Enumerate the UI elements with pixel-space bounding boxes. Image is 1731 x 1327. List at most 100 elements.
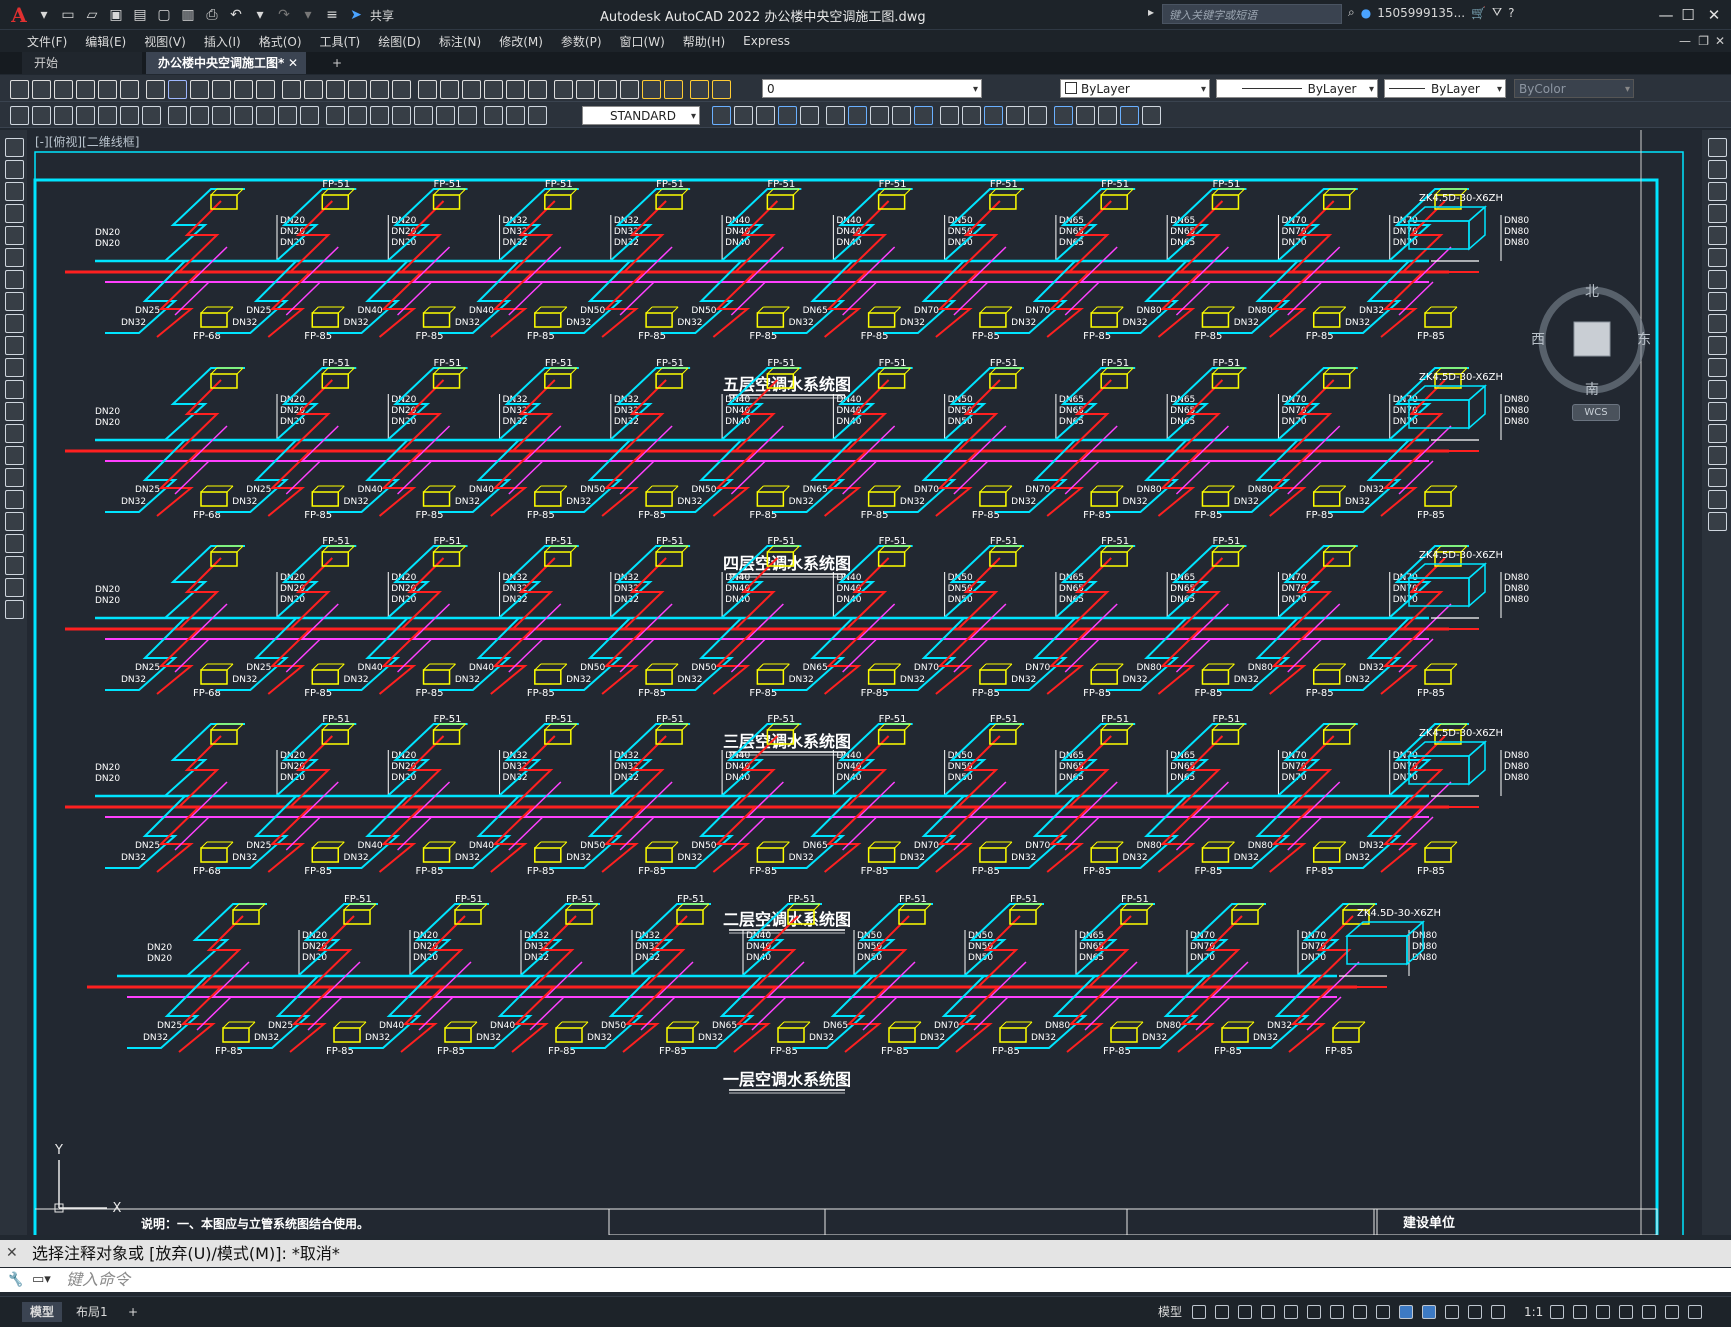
- draw-tool-icon[interactable]: [278, 106, 297, 125]
- toolbar-tool-icon[interactable]: [190, 80, 209, 99]
- modify-tool-icon[interactable]: [1098, 106, 1117, 125]
- draw-tool-icon[interactable]: [370, 106, 389, 125]
- palette-modify-icon[interactable]: [1708, 248, 1727, 267]
- toolbar-tool-icon[interactable]: [690, 80, 709, 99]
- palette-draw-icon[interactable]: [5, 512, 24, 531]
- draw-tool-icon[interactable]: [76, 106, 95, 125]
- tab-active-drawing[interactable]: 办公楼中央空调施工图* ✕: [146, 52, 306, 74]
- palette-modify-icon[interactable]: [1708, 380, 1727, 399]
- palette-modify-icon[interactable]: [1708, 314, 1727, 333]
- modify-tool-icon[interactable]: [1028, 106, 1047, 125]
- status-toggle-icon[interactable]: [1353, 1305, 1367, 1319]
- draw-tool-icon[interactable]: [212, 106, 231, 125]
- palette-draw-icon[interactable]: [5, 578, 24, 597]
- modify-tool-icon[interactable]: [962, 106, 981, 125]
- toolbar-tool-icon[interactable]: [282, 80, 301, 99]
- palette-draw-icon[interactable]: [5, 314, 24, 333]
- toolbar-tool-icon[interactable]: [664, 80, 683, 99]
- palette-draw-icon[interactable]: [5, 556, 24, 575]
- undo-dropdown-icon[interactable]: ▾: [250, 5, 270, 25]
- compass-south[interactable]: 南: [1585, 382, 1599, 398]
- palette-modify-icon[interactable]: [1708, 490, 1727, 509]
- modify-tool-icon[interactable]: [984, 106, 1003, 125]
- status-setting-icon[interactable]: [1642, 1305, 1656, 1319]
- palette-modify-icon[interactable]: [1708, 446, 1727, 465]
- new-tab-button[interactable]: +: [320, 52, 354, 74]
- toolbar-tool-icon[interactable]: [256, 80, 275, 99]
- toolbar-tool-icon[interactable]: [32, 80, 51, 99]
- textstyle-dropdown[interactable]: STANDARD ▾: [582, 106, 700, 125]
- drawing-svg[interactable]: [-][俯视][二维线框] FP-68DN20DN20DN20DN25DN32F…: [27, 130, 1702, 1253]
- menu-parametric[interactable]: 参数(P): [552, 33, 611, 50]
- palette-draw-icon[interactable]: [5, 424, 24, 443]
- drawing-canvas[interactable]: [-][俯视][二维线框] FP-68 DN20 DN20 DN20 DN25 DN32 F…: [27, 130, 1702, 1253]
- tab-close-icon[interactable]: ✕: [288, 52, 298, 74]
- modify-tool-icon[interactable]: [734, 106, 753, 125]
- layer-dropdown[interactable]: 0 ▾: [762, 79, 982, 98]
- dropdown-icon[interactable]: ▾: [34, 5, 54, 25]
- status-toggle-icon[interactable]: [1261, 1305, 1275, 1319]
- palette-draw-icon[interactable]: [5, 226, 24, 245]
- status-toggle-icon[interactable]: [1284, 1305, 1298, 1319]
- plotstyle-dropdown[interactable]: ByColor ▾: [1514, 79, 1634, 98]
- compass-north[interactable]: 北: [1585, 284, 1599, 300]
- palette-draw-icon[interactable]: [5, 380, 24, 399]
- modify-tool-icon[interactable]: [826, 106, 845, 125]
- palette-draw-icon[interactable]: [5, 138, 24, 157]
- toolbar-tool-icon[interactable]: [234, 80, 253, 99]
- draw-tool-icon[interactable]: [484, 106, 503, 125]
- draw-tool-icon[interactable]: [326, 106, 345, 125]
- draw-tool-icon[interactable]: [458, 106, 477, 125]
- palette-draw-icon[interactable]: [5, 292, 24, 311]
- menu-edit[interactable]: 编辑(E): [76, 33, 135, 50]
- modify-tool-icon[interactable]: [848, 106, 867, 125]
- status-toggle-icon[interactable]: [1422, 1305, 1436, 1319]
- menu-help[interactable]: 帮助(H): [674, 33, 734, 50]
- menu-modify[interactable]: 修改(M): [490, 33, 552, 50]
- viewcube-svg[interactable]: 北 南 东 西: [1531, 280, 1651, 398]
- toolbar-tool-icon[interactable]: [440, 80, 459, 99]
- viewport-controls-label[interactable]: [-][俯视][二维线框]: [35, 134, 139, 149]
- open-file-icon[interactable]: ▱: [82, 5, 102, 25]
- close-icon[interactable]: ✕: [1700, 4, 1728, 26]
- viewcube[interactable]: 北 南 东 西 WCS: [1531, 280, 1651, 421]
- toolbar-tool-icon[interactable]: [462, 80, 481, 99]
- status-setting-icon[interactable]: [1665, 1305, 1679, 1319]
- maximize-icon[interactable]: ☐: [1674, 4, 1702, 26]
- palette-modify-icon[interactable]: [1708, 424, 1727, 443]
- palette-modify-icon[interactable]: [1708, 204, 1727, 223]
- palette-modify-icon[interactable]: [1708, 512, 1727, 531]
- toolbar-tool-icon[interactable]: [620, 80, 639, 99]
- toolbar-tool-icon[interactable]: [348, 80, 367, 99]
- status-setting-icon[interactable]: [1573, 1305, 1587, 1319]
- status-toggle-icon[interactable]: [1468, 1305, 1482, 1319]
- doc-restore-icon[interactable]: ❐: [1698, 34, 1709, 48]
- palette-draw-icon[interactable]: [5, 358, 24, 377]
- modify-tool-icon[interactable]: [1142, 106, 1161, 125]
- draw-tool-icon[interactable]: [528, 106, 547, 125]
- draw-tool-icon[interactable]: [10, 106, 29, 125]
- toolbar-tool-icon[interactable]: [212, 80, 231, 99]
- draw-tool-icon[interactable]: [436, 106, 455, 125]
- menu-draw[interactable]: 绘图(D): [369, 33, 430, 50]
- palette-draw-icon[interactable]: [5, 468, 24, 487]
- lineweight-dropdown[interactable]: ByLayer ▾: [1384, 79, 1506, 98]
- modify-tool-icon[interactable]: [914, 106, 933, 125]
- redo-icon[interactable]: ↷: [274, 5, 294, 25]
- color-dropdown[interactable]: ByLayer ▾: [1060, 79, 1210, 98]
- wrench-icon[interactable]: 🔧: [6, 1268, 23, 1292]
- toolbar-tool-icon[interactable]: [554, 80, 573, 99]
- status-toggle-icon[interactable]: [1307, 1305, 1321, 1319]
- toolbar-tool-icon[interactable]: [304, 80, 323, 99]
- palette-draw-icon[interactable]: [5, 446, 24, 465]
- draw-tool-icon[interactable]: [414, 106, 433, 125]
- toolbar-tool-icon[interactable]: [418, 80, 437, 99]
- status-toggle-icon[interactable]: [1215, 1305, 1229, 1319]
- tab-layout1[interactable]: 布局1: [68, 1302, 116, 1322]
- toolbar-tool-icon[interactable]: [326, 80, 345, 99]
- toolbar-tool-icon[interactable]: [54, 80, 73, 99]
- save-web-icon[interactable]: ▥: [178, 5, 198, 25]
- draw-tool-icon[interactable]: [190, 106, 209, 125]
- status-toggle-icon[interactable]: [1399, 1305, 1413, 1319]
- toolbar-tool-icon[interactable]: [146, 80, 165, 99]
